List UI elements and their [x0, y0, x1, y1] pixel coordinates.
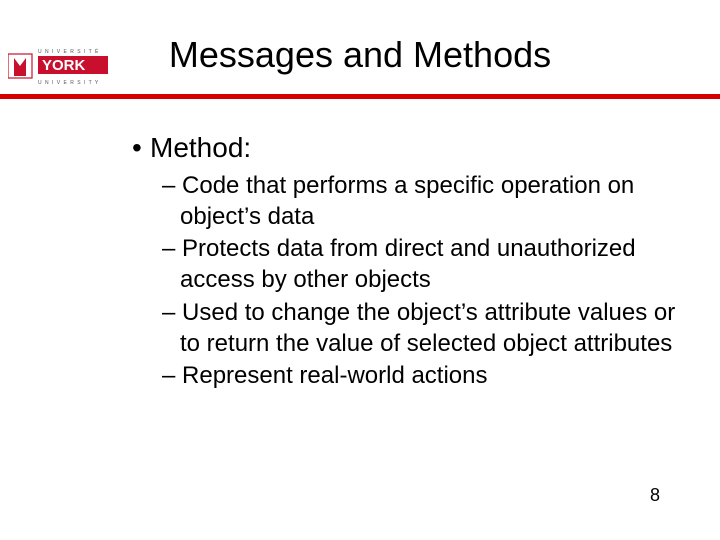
- sub-bullet-text: Represent real-world actions: [182, 362, 487, 389]
- page-number: 8: [650, 485, 660, 506]
- sub-bullet: – Code that performs a specific operatio…: [162, 171, 692, 232]
- sub-bullet-text: Protects data from direct and unauthoriz…: [180, 235, 636, 293]
- dash-icon: –: [162, 172, 175, 199]
- dash-icon: –: [162, 362, 175, 389]
- dash-icon: –: [162, 299, 175, 326]
- bullet-level1: •Method:: [132, 130, 692, 165]
- slide-body: •Method: – Code that performs a specific…: [132, 130, 692, 394]
- sub-bullet-text: Used to change the object’s attribute va…: [180, 299, 675, 357]
- sub-bullet: – Protects data from direct and unauthor…: [162, 234, 692, 295]
- sub-bullet: – Used to change the object’s attribute …: [162, 298, 692, 359]
- slide-title: Messages and Methods: [0, 34, 720, 76]
- title-underline: [0, 94, 720, 99]
- slide: U N I V E R S I T É YORK U N I V E R S I…: [0, 0, 720, 540]
- bullet-dot-icon: •: [132, 130, 150, 165]
- dash-icon: –: [162, 235, 175, 262]
- sub-bullet-text: Code that performs a specific operation …: [180, 172, 634, 230]
- sub-bullet: – Represent real-world actions: [162, 361, 692, 392]
- bullet-level1-text: Method:: [150, 132, 251, 163]
- sub-bullets: – Code that performs a specific operatio…: [162, 171, 692, 392]
- svg-text:U N I V E R S I T Y: U N I V E R S I T Y: [38, 80, 99, 86]
